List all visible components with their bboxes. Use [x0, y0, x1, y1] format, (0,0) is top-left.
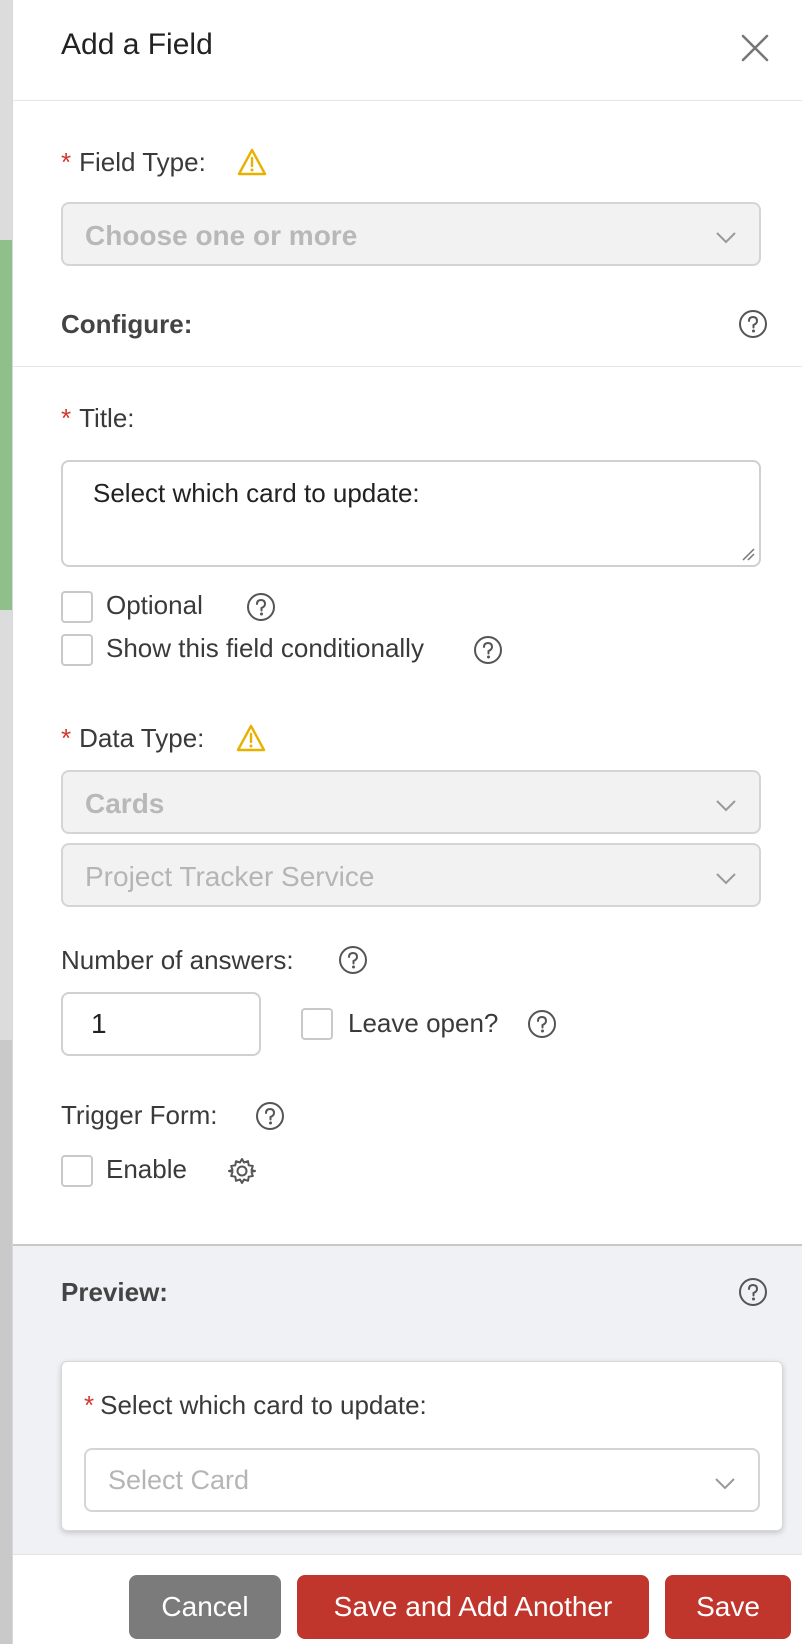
save-button[interactable]: Save [665, 1575, 791, 1639]
preview-heading: Preview: [61, 1277, 168, 1307]
optional-checkbox[interactable] [61, 591, 93, 623]
required-mark: * [84, 1390, 95, 1420]
configure-heading: Configure: [61, 309, 193, 339]
field-type-select[interactable]: Choose one or more [61, 202, 761, 266]
add-field-modal: Add a Field * Field Type: Choose one or m… [12, 0, 802, 1644]
field-type-label-text: Field Type: [79, 147, 206, 177]
answers-input[interactable]: 1 [61, 992, 261, 1056]
background-strip [0, 1040, 12, 1644]
title-value: Select which card to update: [93, 478, 420, 508]
modal-header: Add a Field [13, 0, 802, 101]
help-icon[interactable] [338, 945, 368, 975]
required-mark: * [61, 147, 72, 177]
required-mark: * [61, 403, 72, 433]
cancel-button[interactable]: Cancel [129, 1575, 281, 1639]
data-source-select[interactable]: Project Tracker Service [61, 843, 761, 907]
answers-value: 1 [91, 1008, 107, 1039]
field-type-placeholder: Choose one or more [85, 220, 358, 251]
help-icon[interactable] [738, 1277, 768, 1307]
answers-label: Number of answers: [61, 945, 294, 975]
preview-select-placeholder: Select Card [108, 1465, 250, 1495]
help-icon[interactable] [738, 309, 768, 339]
data-type-label: * Data Type: [61, 723, 204, 754]
warning-icon [236, 724, 266, 752]
chevron-down-icon [715, 1478, 735, 1490]
trigger-form-label: Trigger Form: [61, 1100, 218, 1130]
data-source-value: Project Tracker Service [85, 861, 375, 892]
required-mark: * [61, 723, 72, 753]
preview-question-text: Select which card to update: [100, 1390, 427, 1420]
preview-question: * Select which card to update: [84, 1390, 427, 1421]
optional-label: Optional [106, 590, 203, 620]
title-textarea[interactable]: Select which card to update: [61, 460, 761, 567]
resize-handle-icon[interactable] [739, 545, 755, 561]
modal-footer: Cancel Save and Add Another Save [13, 1554, 802, 1644]
conditional-checkbox[interactable] [61, 634, 93, 666]
chevron-down-icon [716, 873, 736, 885]
modal-title: Add a Field [61, 28, 213, 61]
preview-card: * Select which card to update: Select Car… [61, 1361, 783, 1531]
leave-open-label: Leave open? [348, 1008, 499, 1038]
save-and-add-another-button[interactable]: Save and Add Another [297, 1575, 649, 1639]
help-icon[interactable] [255, 1101, 285, 1131]
data-type-label-text: Data Type: [79, 723, 205, 753]
help-icon[interactable] [473, 635, 503, 665]
close-icon[interactable] [740, 33, 770, 63]
enable-label: Enable [106, 1154, 187, 1184]
data-type-select[interactable]: Cards [61, 770, 761, 834]
field-type-label: * Field Type: [61, 147, 206, 178]
section-divider [13, 366, 802, 367]
help-icon[interactable] [246, 592, 276, 622]
leave-open-checkbox[interactable] [301, 1008, 333, 1040]
preview-card-select[interactable]: Select Card [84, 1448, 760, 1512]
conditional-label: Show this field conditionally [106, 633, 424, 663]
chevron-down-icon [716, 232, 736, 244]
preview-section: Preview: * Select which card to update: S… [13, 1244, 802, 1554]
warning-icon [237, 148, 267, 176]
chevron-down-icon [716, 800, 736, 812]
data-type-value: Cards [85, 788, 165, 819]
gear-icon[interactable] [227, 1156, 257, 1186]
help-icon[interactable] [527, 1009, 557, 1039]
title-label: * Title: [61, 403, 135, 434]
title-label-text: Title: [79, 403, 135, 433]
background-map-strip [0, 240, 12, 610]
background-app [0, 0, 12, 1644]
enable-trigger-checkbox[interactable] [61, 1155, 93, 1187]
